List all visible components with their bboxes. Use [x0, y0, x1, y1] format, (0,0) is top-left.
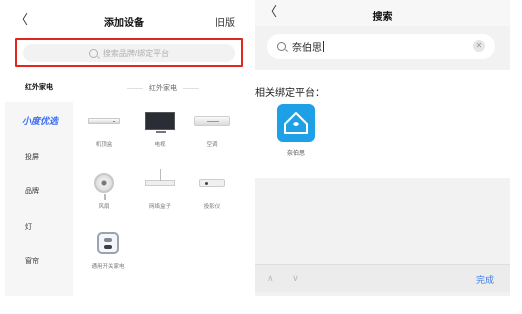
search-screen: 〈 搜索 奈伯思 ✕ 相关绑定平台： neibsi air 奈伯思 ∧ ∨ 完成 [255, 0, 510, 296]
category-cast[interactable]: 投屏 [5, 152, 73, 162]
prev-next-arrows[interactable]: ∧ ∨ [267, 273, 307, 284]
add-device-screen: 〈 添加设备 旧版 搜索品牌/绑定平台 红外家电 小度优选 投屏 品牌 灯 窗帘… [5, 0, 243, 296]
set-top-box-icon [88, 118, 120, 124]
projector-icon [199, 179, 225, 187]
category-infrared[interactable]: 红外家电 [5, 74, 73, 102]
page-title: 添加设备 [104, 18, 144, 29]
device-set-top-box[interactable]: 机顶盒 [79, 106, 129, 148]
category-xiaodu[interactable]: 小度优选 [5, 114, 73, 127]
tv-icon [145, 112, 175, 133]
add-device-header: 〈 添加设备 旧版 [5, 0, 243, 42]
category-brand[interactable]: 品牌 [5, 186, 73, 196]
device-tv[interactable]: 电视 [135, 106, 185, 148]
switch-appliance-icon [97, 232, 119, 254]
section-title: 红外家电 [83, 82, 243, 94]
search-input[interactable]: 搜索品牌/绑定平台 [23, 44, 235, 62]
text-cursor [323, 41, 324, 52]
category-curtain[interactable]: 窗帘 [5, 256, 73, 266]
keyboard-toolbar: ∧ ∨ 完成 [255, 264, 510, 292]
device-fan[interactable]: 风扇 [79, 168, 129, 210]
air-conditioner-icon [194, 116, 230, 126]
tile-brand-label: neibsi air [289, 131, 302, 135]
device-switch-appliance[interactable]: 通用开关家电 [79, 228, 137, 270]
platform-name: 奈伯思 [286, 151, 305, 157]
old-version-button[interactable]: 旧版 [215, 14, 235, 29]
network-box-icon [145, 169, 175, 186]
divider [183, 87, 199, 89]
category-sidebar: 红外家电 小度优选 投屏 品牌 灯 窗帘 [5, 74, 73, 296]
search-icon [88, 48, 98, 58]
divider [127, 87, 143, 89]
search-icon [277, 42, 286, 51]
search-header: 〈 搜索 [255, 0, 510, 26]
search-input[interactable]: 奈伯思 ✕ [267, 34, 495, 59]
clear-icon[interactable]: ✕ [473, 40, 485, 52]
device-air-conditioner[interactable]: 空调 [187, 106, 237, 148]
search-placeholder: 搜索品牌/绑定平台 [102, 48, 170, 58]
platform-item[interactable]: neibsi air 奈伯思 [275, 104, 317, 157]
device-network-box[interactable]: 网络盒子 [135, 168, 185, 210]
fan-icon [94, 173, 114, 200]
page-title: 搜索 [372, 12, 393, 23]
search-highlight-frame: 搜索品牌/绑定平台 [15, 38, 243, 67]
done-button[interactable]: 完成 [476, 273, 494, 286]
search-query: 奈伯思 [292, 43, 322, 54]
device-projector[interactable]: 投影仪 [187, 168, 237, 210]
neibsi-app-icon: neibsi air [277, 104, 315, 142]
category-light[interactable]: 灯 [5, 222, 73, 232]
